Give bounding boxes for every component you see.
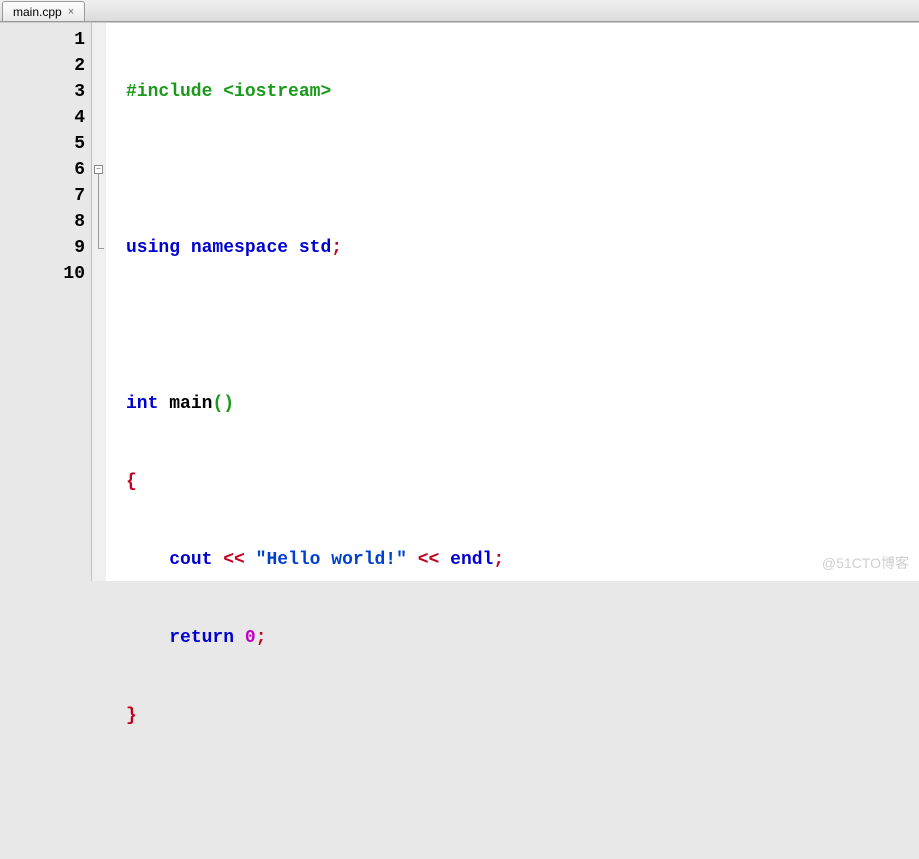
code-line xyxy=(126,313,919,339)
token-preproc: #include xyxy=(126,82,212,102)
space xyxy=(234,628,245,648)
indent xyxy=(126,550,169,570)
fold-cell xyxy=(92,27,106,53)
token-ident: endl xyxy=(450,550,493,570)
code-line: using namespace std; xyxy=(126,235,919,261)
fold-guide xyxy=(98,183,99,209)
token-string: "Hello world!" xyxy=(256,550,407,570)
file-tab[interactable]: main.cpp × xyxy=(2,1,85,21)
space xyxy=(407,550,418,570)
line-number: 6 xyxy=(0,157,85,183)
line-number: 8 xyxy=(0,209,85,235)
space xyxy=(212,550,223,570)
token-op: << xyxy=(418,550,440,570)
token-punct: ; xyxy=(331,238,342,258)
code-line: #include <iostream> xyxy=(126,79,919,105)
code-line: cout << "Hello world!" << endl; xyxy=(126,547,919,573)
code-area[interactable]: #include <iostream> using namespace std;… xyxy=(106,23,919,581)
token-ident: std xyxy=(299,238,331,258)
token-keyword: namespace xyxy=(191,238,288,258)
token-number: 0 xyxy=(245,628,256,648)
fold-cell xyxy=(92,183,106,209)
token-keyword: int xyxy=(126,394,158,414)
token-ident: main xyxy=(169,394,212,414)
editor-area: 1 2 3 4 5 6 7 8 9 10 − #include <io xyxy=(0,22,919,581)
line-number: 3 xyxy=(0,79,85,105)
fold-cell xyxy=(92,105,106,131)
line-number: 4 xyxy=(0,105,85,131)
line-number: 5 xyxy=(0,131,85,157)
line-number: 10 xyxy=(0,261,85,287)
line-number: 1 xyxy=(0,27,85,53)
code-line: return 0; xyxy=(126,625,919,651)
code-line: { xyxy=(126,469,919,495)
token-paren: ) xyxy=(223,394,234,414)
code-line xyxy=(126,157,919,183)
token-brace: { xyxy=(126,472,137,492)
fold-cell: − xyxy=(92,157,106,183)
fold-end xyxy=(98,248,104,249)
code-line xyxy=(126,781,919,807)
tab-filename: main.cpp xyxy=(13,5,62,19)
token-punct: ; xyxy=(256,628,267,648)
fold-guide xyxy=(98,209,99,235)
indent xyxy=(126,628,169,648)
close-icon[interactable]: × xyxy=(68,6,74,18)
watermark: @51CTO博客 xyxy=(822,553,909,573)
token-brace: } xyxy=(126,706,137,726)
fold-cell xyxy=(92,131,106,157)
fold-cell xyxy=(92,235,106,261)
token-header: <iostream> xyxy=(223,82,331,102)
code-line: } xyxy=(126,703,919,729)
fold-gutter: − xyxy=(92,23,106,581)
space xyxy=(245,550,256,570)
space xyxy=(439,550,450,570)
token-paren: ( xyxy=(212,394,223,414)
line-number-gutter: 1 2 3 4 5 6 7 8 9 10 xyxy=(0,23,92,581)
token-ident: cout xyxy=(169,550,212,570)
tab-bar: main.cpp × xyxy=(0,0,919,22)
fold-guide xyxy=(98,174,99,183)
line-number: 2 xyxy=(0,53,85,79)
fold-cell xyxy=(92,261,106,287)
code-line: int main() xyxy=(126,391,919,417)
fold-cell xyxy=(92,53,106,79)
line-number: 7 xyxy=(0,183,85,209)
fold-guide xyxy=(98,235,99,248)
fold-cell xyxy=(92,209,106,235)
token-keyword: using xyxy=(126,238,180,258)
fold-toggle-icon[interactable]: − xyxy=(94,165,103,174)
token-op: << xyxy=(223,550,245,570)
line-number: 9 xyxy=(0,235,85,261)
token-punct: ; xyxy=(493,550,504,570)
token-keyword: return xyxy=(169,628,234,648)
fold-cell xyxy=(92,79,106,105)
